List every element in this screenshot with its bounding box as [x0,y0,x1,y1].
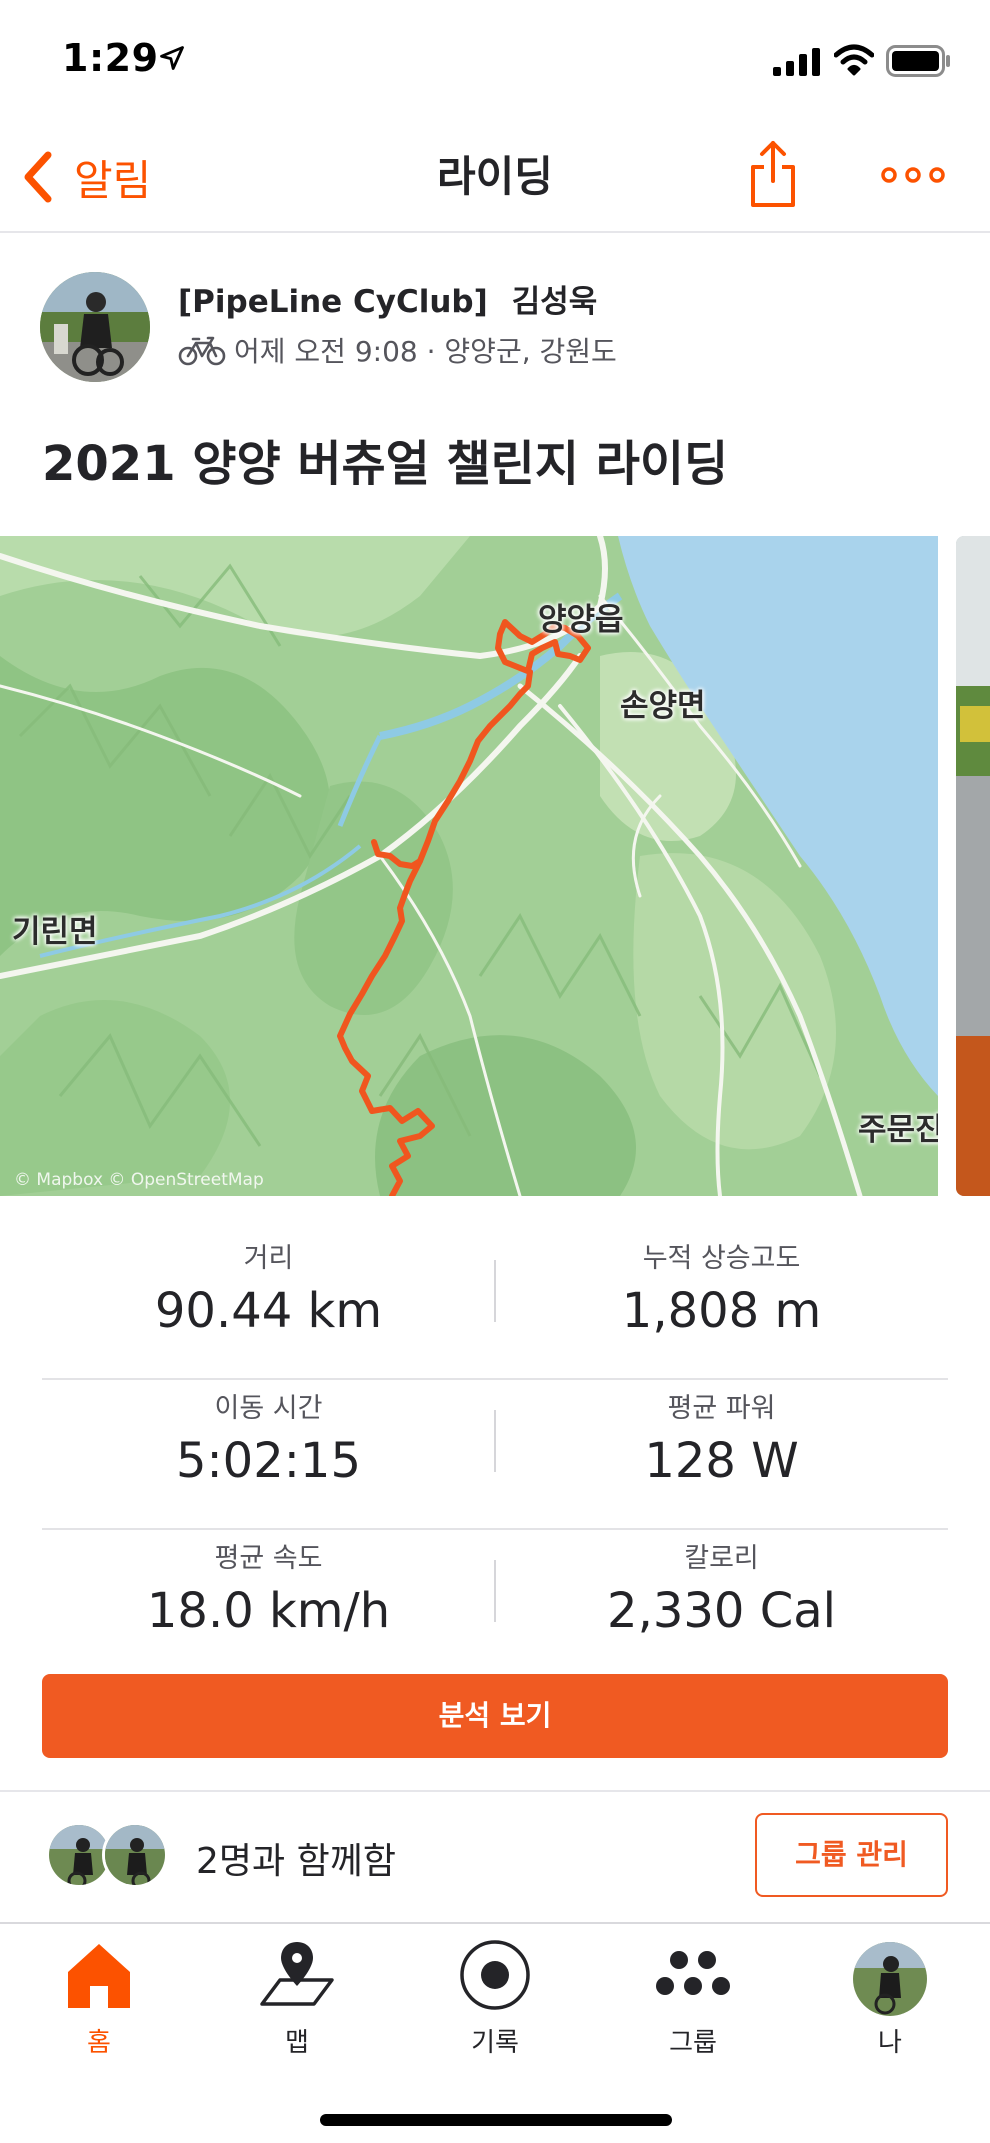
activity-date-location: 어제 오전 9:08 · 양양군, 강원도 [234,335,617,368]
stat-distance: 거리 90.44 km [42,1240,495,1342]
location-arrow-icon [160,46,184,70]
tab-label: 나 [878,2028,902,2058]
stat-value: 2,330 Cal [607,1583,836,1639]
stat-label: 거리 [243,1243,294,1274]
bicycle-icon [178,336,226,366]
tab-map[interactable]: 맵 [227,1934,367,2064]
stats-grid: 거리 90.44 km 누적 상승고도 1,808 m 이동 시간 5:02:1… [42,1230,948,1680]
stat-value: 90.44 km [154,1283,383,1339]
chevron-left-icon [24,151,52,203]
tab-label: 기록 [471,2028,519,2058]
stat-value: 1,808 m [621,1283,822,1339]
stat-value: 18.0 km/h [146,1583,391,1639]
activity-title: 2021 양양 버츄얼 챌린지 라이딩 [42,436,729,492]
nav-bar: 알림 라이딩 [0,125,990,233]
profile-avatar [853,1942,927,2016]
stat-avg-power: 평균 파워 128 W [495,1390,948,1492]
group-summary[interactable]: 2명과 함께함 [196,1832,396,1884]
stat-label: 칼로리 [684,1543,759,1574]
signal-icon [773,48,820,76]
tab-me[interactable]: 나 [820,1934,960,2064]
map-label-jumun: 주문진 [858,1112,938,1148]
activity-photo-peek[interactable] [956,536,990,1196]
wifi-icon [834,44,874,76]
athlete-avatar[interactable] [40,272,150,382]
map-label-son-yang: 손양면 [620,688,706,724]
back-label: 알림 [74,155,152,205]
stat-row: 평균 속도 18.0 km/h 칼로리 2,330 Cal [42,1530,948,1680]
tab-label: 그룹 [669,2028,717,2058]
share-icon[interactable] [745,137,801,211]
tab-home[interactable]: 홈 [29,1934,169,2064]
athlete-name-line[interactable]: [PipeLine CyClub] 김성욱 [178,276,597,321]
tab-label: 맵 [285,2028,309,2058]
activity-meta: 어제 오전 9:08 · 양양군, 강원도 [178,330,617,370]
map-canvas [0,536,938,1196]
map-attribution: © Mapbox © OpenStreetMap [14,1170,264,1190]
stat-calories: 칼로리 2,330 Cal [495,1540,948,1642]
groups-icon [656,1951,730,1995]
athlete-name: 김성욱 [511,284,598,320]
map-label-town: 양양읍 [538,602,624,638]
club-name: [PipeLine CyClub] [178,284,488,320]
status-time: 1:29 [62,36,159,80]
stat-value: 5:02:15 [175,1433,362,1489]
record-icon [460,1940,530,2010]
tab-record[interactable]: 기록 [425,1934,565,2064]
stat-label: 평균 속도 [214,1543,323,1574]
status-bar: 1:29 [0,0,990,125]
stat-value: 128 W [644,1433,799,1489]
view-analysis-button[interactable]: 분석 보기 [42,1674,948,1758]
map-label-girin: 기린면 [12,914,98,950]
stat-row: 거리 90.44 km 누적 상승고도 1,808 m [42,1230,948,1380]
home-indicator [320,2114,672,2126]
manage-group-button[interactable]: 그룹 관리 [755,1813,948,1897]
stat-label: 평균 파워 [667,1393,776,1424]
route-map[interactable]: 양양읍 손양면 기린면 주문진 © Mapbox © OpenStreetMap [0,536,938,1196]
stat-avg-speed: 평균 속도 18.0 km/h [42,1540,495,1642]
group-avatars[interactable] [46,1822,176,1892]
map-icon [260,1942,334,2006]
stat-row: 이동 시간 5:02:15 평균 파워 128 W [42,1380,948,1530]
battery-icon [886,45,950,77]
section-divider [0,1790,990,1792]
back-button[interactable]: 알림 [20,145,151,209]
stat-moving-time: 이동 시간 5:02:15 [42,1390,495,1492]
home-icon [68,1944,130,2008]
stat-label: 이동 시간 [214,1393,323,1424]
avatar [102,1822,168,1888]
stat-label: 누적 상승고도 [642,1243,801,1274]
more-options-icon[interactable] [880,155,946,195]
tab-label: 홈 [87,2028,111,2058]
tab-groups[interactable]: 그룹 [623,1934,763,2064]
tab-bar: 홈 맵 기록 그룹 나 [0,1922,990,2143]
stat-elevation-gain: 누적 상승고도 1,808 m [495,1240,948,1342]
